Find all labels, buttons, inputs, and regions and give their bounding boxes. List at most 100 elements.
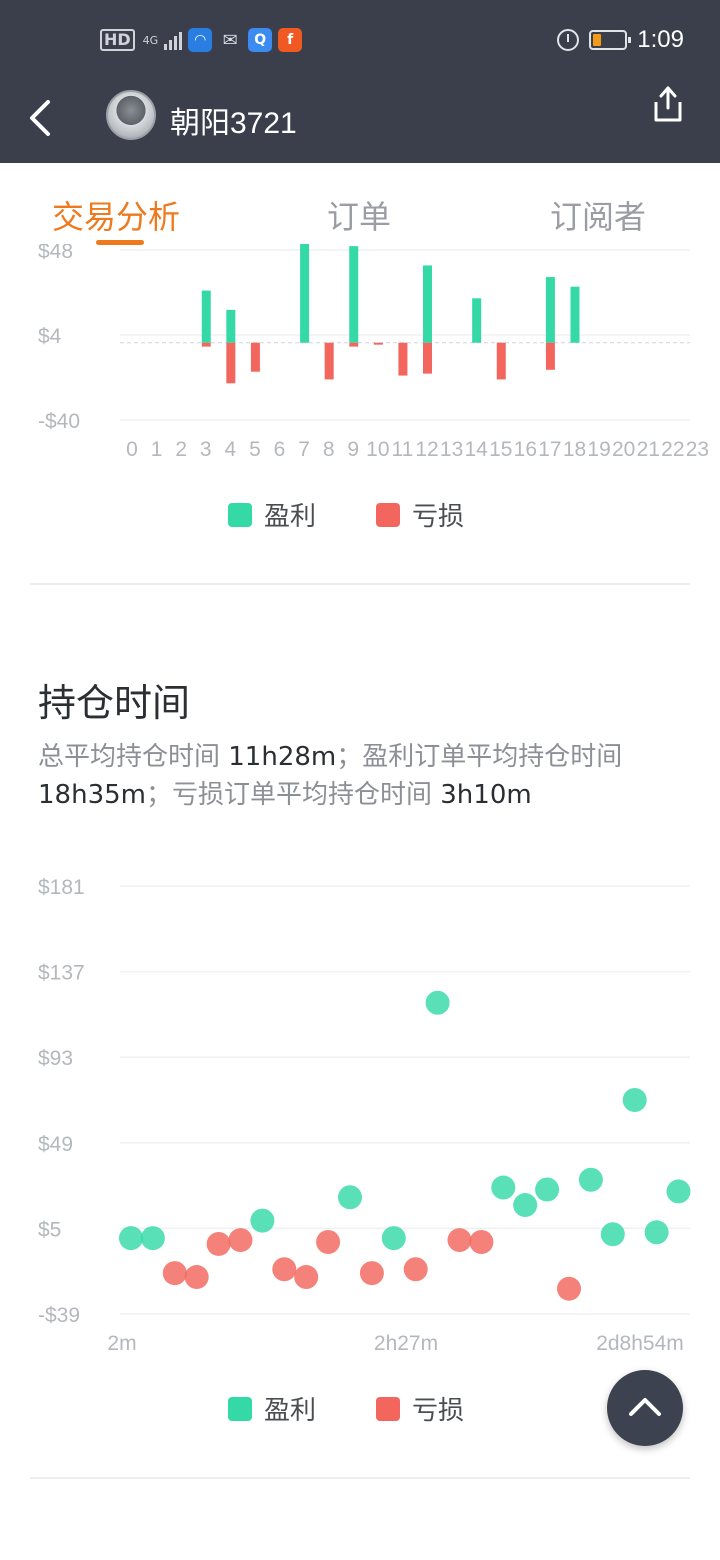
finance-app-icon: f	[278, 28, 303, 52]
tab-subscribers[interactable]: 订阅者	[550, 192, 646, 238]
profit-bar	[226, 309, 236, 343]
avatar[interactable]	[106, 90, 156, 140]
legend-loss[interactable]: 亏损	[376, 1390, 464, 1427]
loss-point	[206, 1231, 231, 1256]
loss-point	[272, 1257, 297, 1282]
profit-bar	[300, 244, 310, 343]
x-tick-label: 22	[661, 438, 684, 461]
x-tick-label: 20	[612, 438, 635, 461]
y-tick-label: $93	[38, 1047, 73, 1070]
y-tick-label: $48	[38, 244, 73, 263]
page: HD 4G ◠ ✉ Q f 1:09 朝阳3721 交易分析 订单 订阅者 $4…	[0, 0, 720, 1560]
profit-point	[119, 1226, 143, 1251]
x-tick-label: 21	[637, 438, 660, 461]
x-tick-label: 0	[126, 438, 138, 461]
x-tick-label: 1	[151, 438, 163, 461]
profit-bar	[570, 286, 580, 343]
loss-bar	[250, 342, 260, 372]
profit-point	[338, 1185, 362, 1210]
x-tick-label: 19	[587, 438, 610, 461]
x-tick-label: 5	[249, 438, 261, 461]
profit-bar	[349, 246, 359, 343]
x-tick-label: 8	[323, 438, 335, 461]
username: 朝阳3721	[170, 107, 297, 140]
loss-point	[359, 1261, 384, 1286]
scroll-to-top-button[interactable]	[607, 1370, 683, 1446]
x-tick-label: 2h27m	[374, 1332, 438, 1355]
tab-bar: 交易分析 订单 订阅者	[0, 174, 720, 245]
alarm-icon	[557, 29, 580, 51]
y-tick-label: -$40	[38, 410, 80, 433]
loss-swatch	[376, 1396, 400, 1421]
loss-point	[403, 1257, 428, 1282]
loss-bar	[324, 342, 334, 380]
legend-profit[interactable]: 盈利	[228, 1390, 316, 1427]
summary-label-total: 总平均持仓时间	[38, 742, 229, 772]
loss-swatch	[376, 502, 400, 527]
loss-bar	[349, 342, 359, 347]
y-tick-label: $4	[38, 325, 62, 348]
x-tick-label: 14	[464, 438, 488, 461]
x-tick-label: 18	[563, 438, 586, 461]
summary-value-profit: 18h35m	[38, 780, 146, 810]
profit-point	[600, 1222, 625, 1247]
profit-point	[425, 990, 450, 1015]
profit-bar	[423, 265, 432, 343]
x-tick-label: 6	[274, 438, 286, 461]
x-tick-label: 11	[392, 438, 414, 461]
legend-profit[interactable]: 盈利	[228, 496, 316, 533]
holding-time-scatter-chart: $181 $137 $93 $49 $5 -$39 2m 2h27m 2d8h54m	[38, 876, 691, 1355]
x-tick-label: 13	[440, 438, 463, 461]
divider	[30, 1477, 690, 1479]
tab-trade-analysis[interactable]: 交易分析	[52, 192, 180, 238]
browser-app-icon: ◠	[188, 28, 213, 52]
chevron-left-icon[interactable]	[24, 94, 64, 142]
loss-bar	[373, 342, 383, 345]
loss-point	[316, 1230, 341, 1255]
profit-bar	[545, 277, 555, 343]
loss-point	[557, 1276, 581, 1301]
summary-label-profit: ；盈利订单平均持仓时间	[336, 742, 623, 772]
holding-time-summary: 总平均持仓时间 11h28m；盈利订单平均持仓时间 18h35m；亏损订单平均持…	[38, 738, 688, 814]
tab-orders[interactable]: 订单	[327, 192, 391, 238]
wechat-icon: ✉	[222, 29, 238, 51]
x-tick-label: 2m	[107, 1332, 136, 1355]
profit-point	[381, 1226, 406, 1251]
hourly-chart-legend: 盈利 亏损	[0, 496, 720, 536]
y-tick-label: $181	[38, 876, 85, 899]
y-tick-label: -$39	[38, 1304, 80, 1327]
loss-bar	[398, 342, 408, 376]
qq-browser-icon: Q	[248, 28, 273, 52]
profit-bar	[201, 290, 211, 343]
profit-point	[644, 1220, 669, 1245]
chevron-up-icon	[629, 1398, 661, 1416]
profit-point	[250, 1208, 275, 1233]
summary-label-loss: ；亏损订单平均持仓时间	[145, 780, 441, 810]
x-tick-label: 23	[686, 438, 709, 461]
x-tick-label: 17	[538, 438, 561, 461]
x-tick-label: 2	[175, 438, 187, 461]
x-tick-label: 3	[200, 438, 212, 461]
status-bar: HD 4G ◠ ✉ Q f 1:09	[0, 20, 720, 64]
network-type: 4G	[142, 33, 159, 47]
nav-bar: 朝阳3721	[0, 82, 720, 154]
profit-point	[622, 1088, 647, 1112]
profit-bar	[472, 298, 482, 343]
loss-point	[228, 1228, 253, 1253]
hd-indicator: HD	[100, 29, 135, 51]
loss-point	[184, 1265, 209, 1290]
signal-icon	[164, 30, 183, 50]
share-icon[interactable]	[648, 82, 688, 126]
profit-swatch	[228, 1396, 252, 1421]
profit-point	[578, 1167, 603, 1192]
x-tick-label: 15	[489, 438, 512, 461]
x-tick-label: 2d8h54m	[596, 1332, 684, 1355]
profit-point	[535, 1177, 560, 1202]
y-tick-label: $5	[38, 1218, 61, 1241]
x-tick-label: 12	[415, 438, 438, 461]
profit-swatch	[228, 502, 252, 527]
legend-loss[interactable]: 亏损	[376, 496, 464, 533]
x-tick-label: 7	[298, 438, 310, 461]
x-tick-label: 4	[224, 438, 236, 461]
summary-value-loss: 3h10m	[440, 780, 532, 810]
